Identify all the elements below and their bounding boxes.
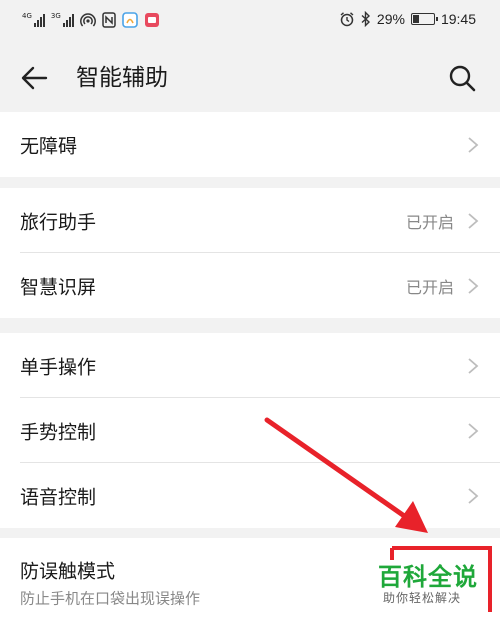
settings-group-controls: 单手操作 手势控制 语音控制 xyxy=(0,333,500,528)
signal-icon: 4G xyxy=(22,13,45,27)
status-bar-left: 4G 3G xyxy=(22,12,160,28)
setting-item-label: 单手操作 xyxy=(20,356,97,378)
setting-item-status: 已开启 xyxy=(405,212,454,232)
alarm-icon xyxy=(340,12,354,27)
setting-item-label: 语音控制 xyxy=(20,486,97,508)
setting-item-smart-screen[interactable]: 智慧识屏 已开启 xyxy=(0,253,500,318)
status-bar-right: 29% 19:45 xyxy=(339,11,476,27)
setting-item-gesture-control[interactable]: 手势控制 xyxy=(0,398,500,463)
watermark: 百科全说 助你轻松解决 xyxy=(376,557,488,607)
setting-item-label: 智慧识屏 xyxy=(20,276,97,298)
chevron-right-icon xyxy=(468,136,479,153)
status-time: 19:45 xyxy=(440,11,476,27)
chevron-right-icon xyxy=(468,487,479,504)
hotspot-icon xyxy=(79,13,96,27)
app-notification-icon xyxy=(121,12,138,28)
bluetooth-icon xyxy=(361,11,370,27)
chevron-right-icon xyxy=(468,277,479,294)
page-title: 智能辅助 xyxy=(76,65,168,91)
battery-level-fill xyxy=(412,15,419,23)
battery-percent: 29% xyxy=(376,11,405,27)
settings-group-accessibility: 无障碍 xyxy=(0,112,500,177)
setting-item-travel-assistant[interactable]: 旅行助手 已开启 xyxy=(0,188,500,253)
setting-item-label: 无障碍 xyxy=(20,135,78,157)
watermark-subtitle: 助你轻松解决 xyxy=(383,591,462,605)
app-notification-icon xyxy=(144,13,159,27)
signal-icon: 3G xyxy=(51,13,74,27)
nfc-icon xyxy=(102,12,116,28)
chevron-right-icon xyxy=(468,357,479,374)
chevron-right-icon xyxy=(468,422,479,439)
setting-item-voice-control[interactable]: 语音控制 xyxy=(0,463,500,528)
setting-item-label: 手势控制 xyxy=(20,421,97,443)
search-icon[interactable] xyxy=(446,62,478,94)
chevron-right-icon xyxy=(468,212,479,229)
battery-icon xyxy=(410,13,438,25)
settings-group-assistants: 旅行助手 已开启 智慧识屏 已开启 xyxy=(0,188,500,318)
watermark-title: 百科全说 xyxy=(378,563,478,591)
settings-screen: 4G 3G 29% 19:45 智能辅助 无障碍 旅行助手 已开启 智慧识屏 已… xyxy=(0,0,500,617)
setting-item-label: 防误触模式 xyxy=(20,560,116,583)
setting-item-accessibility[interactable]: 无障碍 xyxy=(0,112,500,177)
app-header: 智能辅助 xyxy=(0,42,500,112)
setting-item-one-hand[interactable]: 单手操作 xyxy=(0,333,500,398)
status-bar: 4G 3G 29% 19:45 xyxy=(0,0,500,42)
setting-item-description: 防止手机在口袋出现误操作 xyxy=(20,589,201,608)
setting-item-status: 已开启 xyxy=(405,277,454,297)
back-arrow-icon[interactable] xyxy=(18,62,50,94)
setting-item-label: 旅行助手 xyxy=(20,211,97,233)
